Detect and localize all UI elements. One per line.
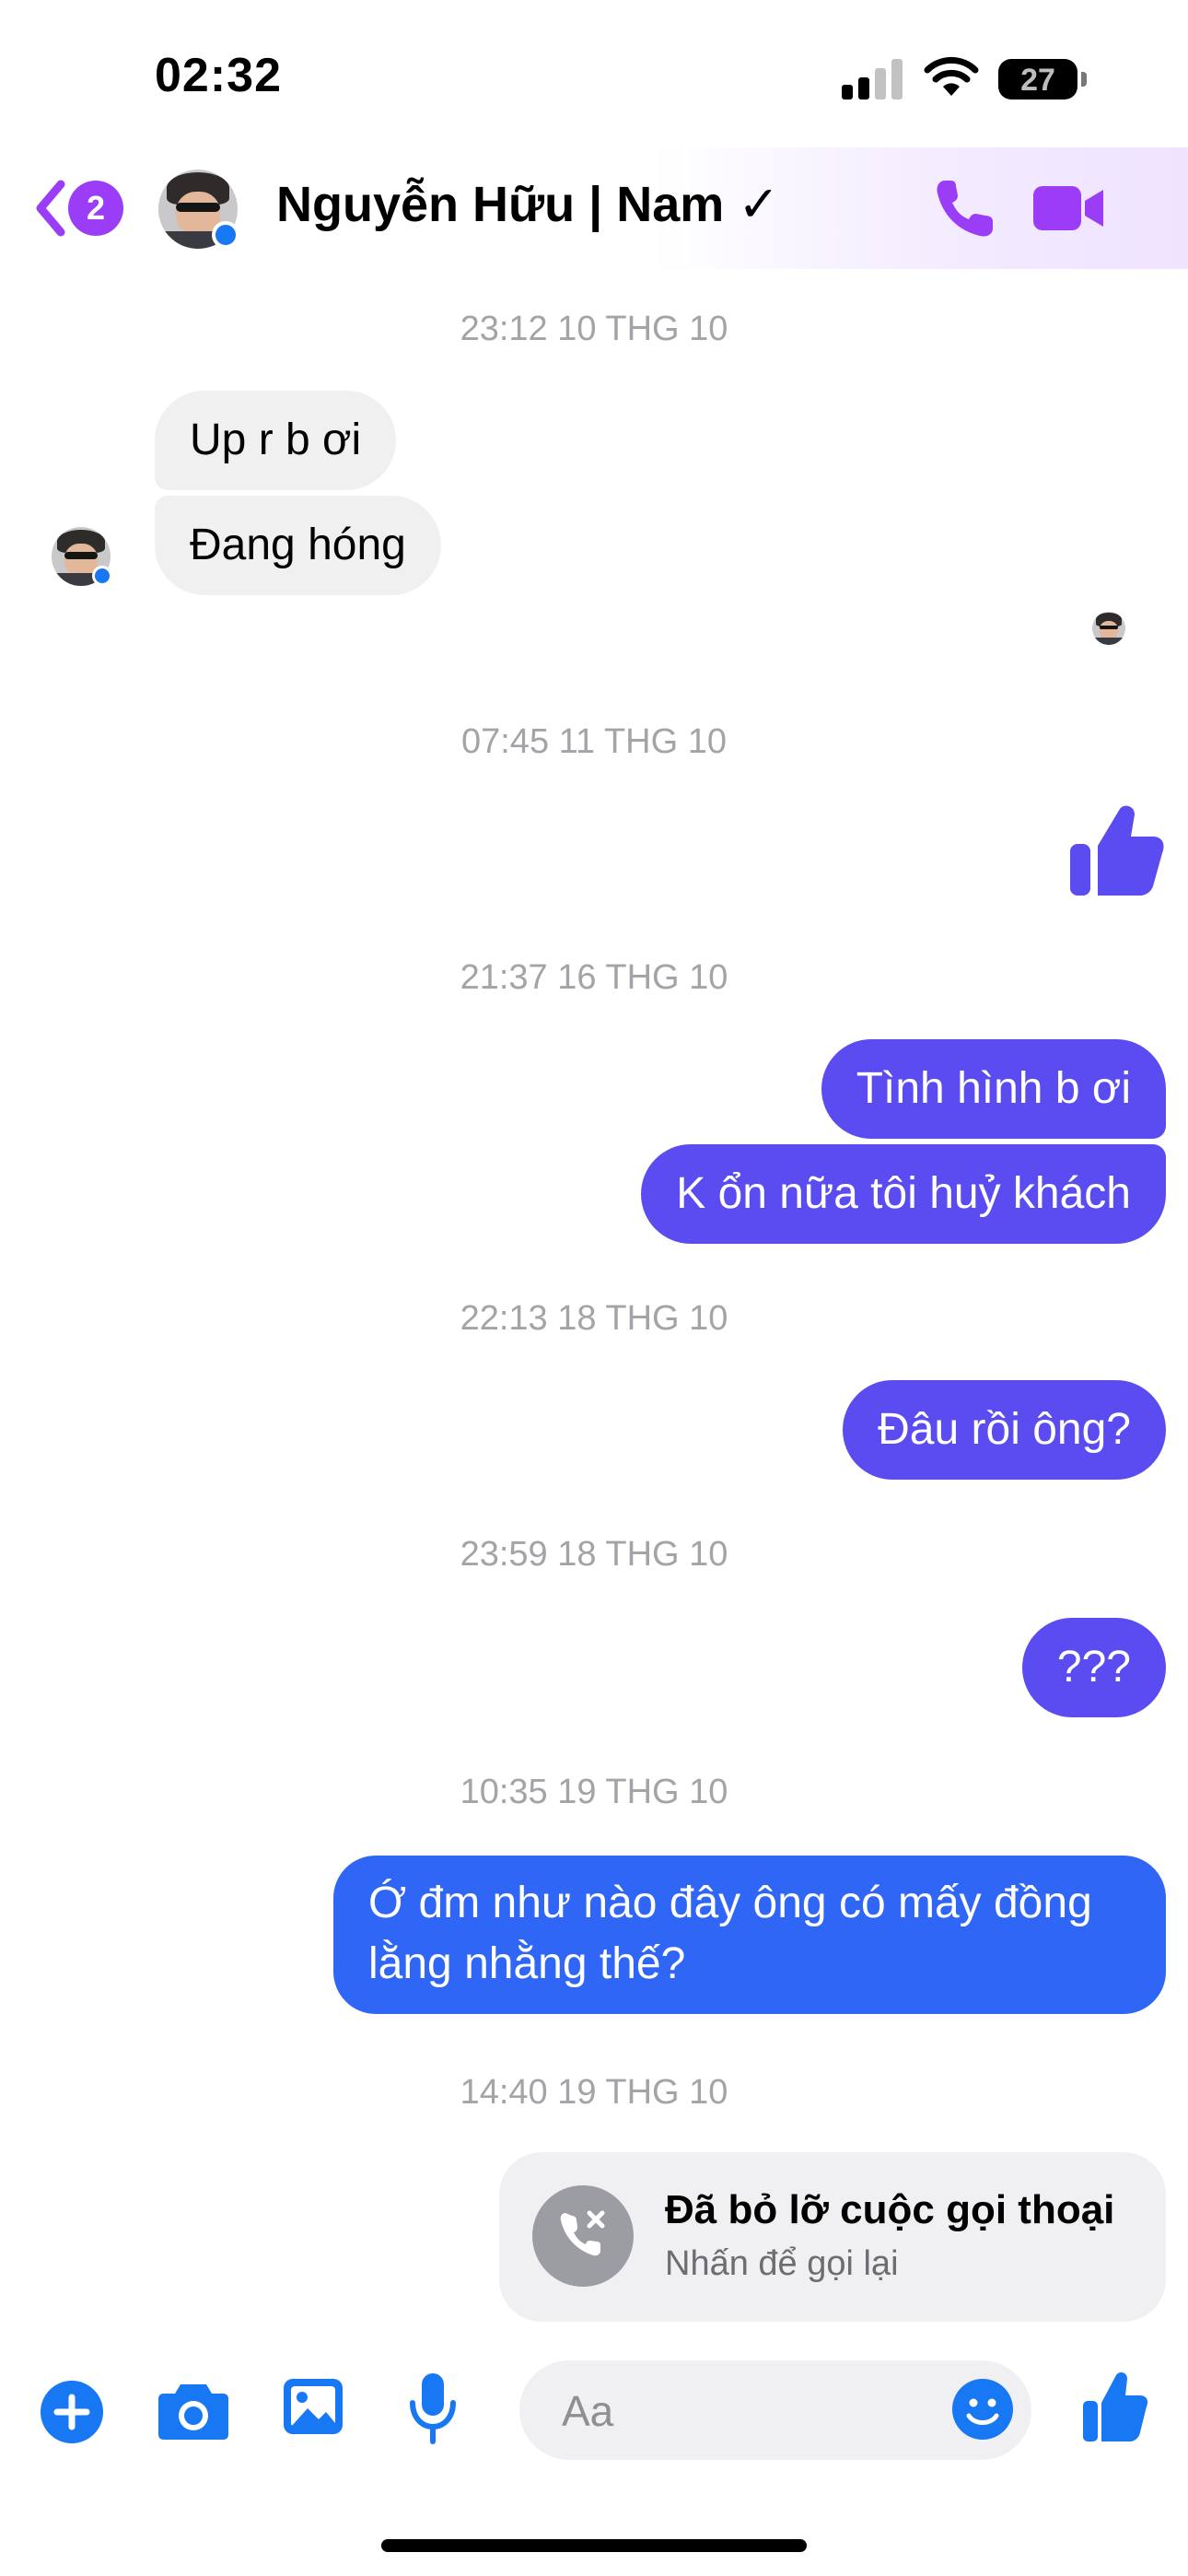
home-indicator (381, 2539, 807, 2552)
battery-level: 27 (1020, 63, 1055, 98)
message-line: Ớ đm như nào đây ông có mấy đồng (368, 1879, 1092, 1927)
missed-call-subtitle: Nhấn để gọi lại (665, 2244, 899, 2283)
status-time: 02:32 (155, 49, 282, 102)
outgoing-message[interactable]: K ổn nữa tôi huỷ khách (641, 1144, 1166, 1244)
add-button[interactable] (39, 2379, 105, 2445)
contact-name[interactable]: Nguyễn Hữu | Nam ✓ (276, 175, 780, 233)
incoming-message[interactable]: Đang hóng (155, 496, 441, 595)
timestamp: 21:37 16 THG 10 (460, 958, 728, 997)
wifi-icon (924, 56, 979, 96)
timestamp: 07:45 11 THG 10 (460, 722, 727, 761)
timestamp: 22:13 18 THG 10 (460, 1299, 728, 1338)
message-line: lằng nhằng thế? (368, 1939, 686, 1988)
missed-call-icon (532, 2185, 634, 2287)
video-call-button[interactable] (1031, 181, 1105, 236)
unread-count-badge: 2 (68, 181, 123, 236)
verified-icon (92, 566, 112, 586)
like-icon[interactable] (1065, 800, 1166, 901)
timestamp: 23:59 18 THG 10 (460, 1535, 728, 1574)
outgoing-message[interactable]: ??? (1021, 1618, 1166, 1717)
voice-call-button[interactable] (932, 175, 998, 241)
battery-icon: 27 (998, 59, 1077, 100)
emoji-button[interactable] (950, 2377, 1015, 2441)
outgoing-message[interactable]: Tình hình b ơi (821, 1039, 1166, 1139)
timestamp: 10:35 19 THG 10 (460, 1773, 728, 1811)
camera-button[interactable] (157, 2377, 230, 2443)
like-button[interactable] (1079, 2368, 1149, 2445)
battery-tip (1081, 72, 1087, 87)
outgoing-message[interactable]: Ớ đm như nào đây ông có mấy đồng lằng nh… (333, 1856, 1166, 2014)
seen-receipt-avatar (1092, 612, 1125, 645)
gallery-button[interactable] (280, 2373, 346, 2440)
timestamp: 14:40 19 THG 10 (460, 2073, 728, 2112)
timestamp: 23:12 10 THG 10 (460, 310, 728, 348)
incoming-message[interactable]: Up r b ơi (155, 391, 397, 490)
missed-call-title: Đã bỏ lỡ cuộc gọi thoại (665, 2187, 1115, 2232)
verified-icon (212, 221, 239, 249)
cellular-signal-icon (842, 59, 906, 100)
message-input-placeholder: Aa (562, 2387, 614, 2435)
microphone-button[interactable] (405, 2370, 460, 2447)
outgoing-message[interactable]: Đâu rồi ông? (843, 1380, 1166, 1480)
